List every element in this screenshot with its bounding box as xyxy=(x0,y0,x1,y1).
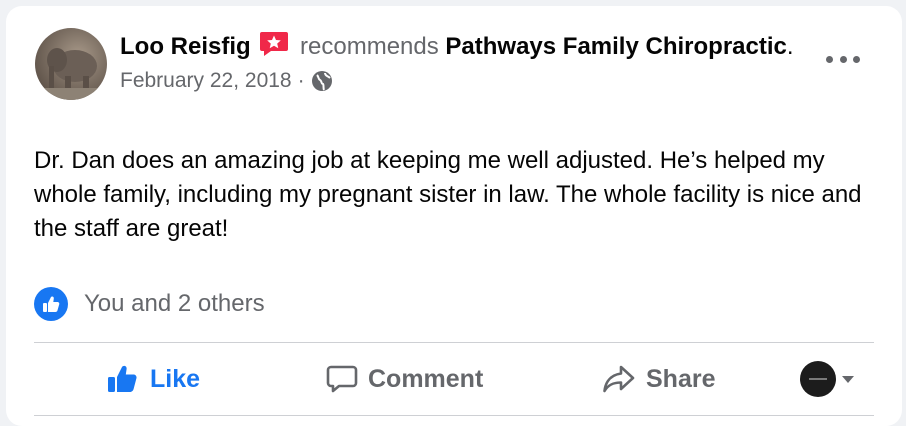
share-arrow-icon xyxy=(603,365,635,393)
title-period: . xyxy=(786,33,794,60)
recommendation-badge-icon xyxy=(259,31,289,57)
share-label: Share xyxy=(646,364,716,393)
review-post-card: Loo Reisfig recommends Pathways Family C… xyxy=(6,6,902,426)
reactions-text: You and 2 others xyxy=(84,290,265,317)
page-switcher-button[interactable] xyxy=(800,343,854,415)
like-reaction-icon xyxy=(34,287,68,321)
post-body: Dr. Dan does an amazing job at keeping m… xyxy=(34,147,862,242)
post-actions-bar: Like Comment Share xyxy=(34,343,874,415)
post-date[interactable]: February 22, 2018 xyxy=(120,69,292,93)
post-header: Loo Reisfig recommends Pathways Family C… xyxy=(120,30,810,93)
author-name[interactable]: Loo Reisfig xyxy=(120,33,251,60)
comment-button[interactable]: Comment xyxy=(326,343,483,415)
post-title-line: Loo Reisfig recommends Pathways Family C… xyxy=(120,30,810,63)
recommends-text: recommends xyxy=(300,33,439,60)
like-button[interactable]: Like xyxy=(106,343,200,415)
like-label: Like xyxy=(150,364,201,393)
thumbs-up-icon xyxy=(108,365,137,392)
comment-label: Comment xyxy=(368,364,484,393)
meta-separator: · xyxy=(297,69,305,92)
comment-bubble-icon xyxy=(326,365,358,393)
more-options-icon[interactable] xyxy=(826,50,860,68)
page-avatar-icon xyxy=(800,361,836,397)
share-button[interactable]: Share xyxy=(602,343,715,415)
chevron-down-icon xyxy=(842,375,854,383)
globe-icon[interactable] xyxy=(311,70,333,92)
author-avatar[interactable] xyxy=(35,28,107,100)
post-meta: February 22, 2018 · xyxy=(120,69,810,93)
page-name-link[interactable]: Pathways Family Chiropractic xyxy=(445,33,786,60)
actions-bottom-divider xyxy=(34,415,874,416)
reactions-summary[interactable]: You and 2 others xyxy=(34,287,265,321)
